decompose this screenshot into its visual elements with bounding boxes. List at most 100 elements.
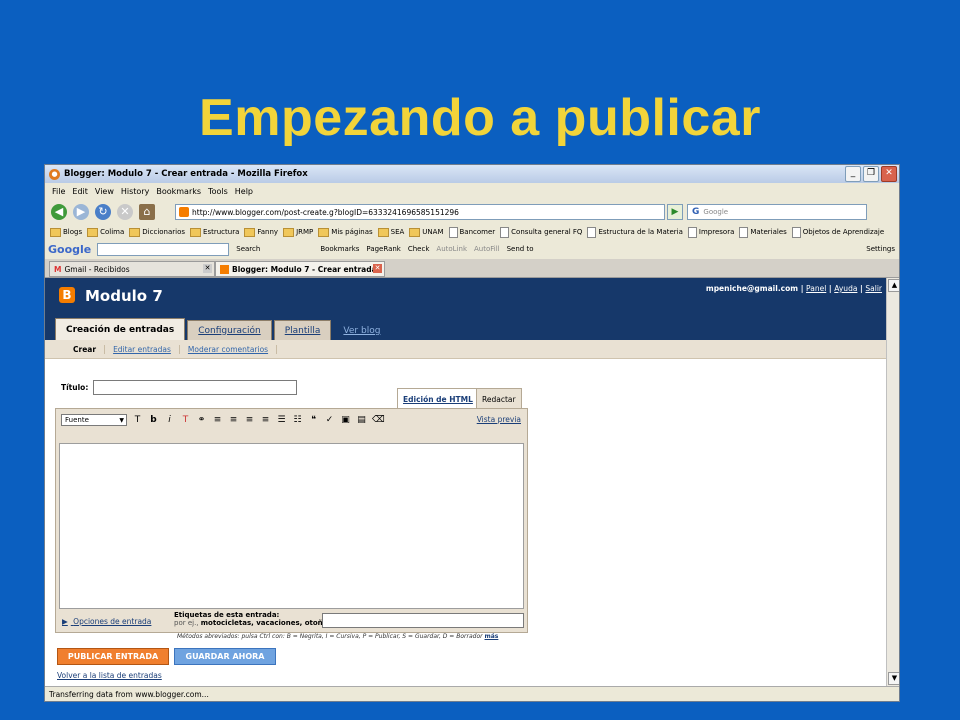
shortcuts-more-link[interactable]: más [485, 633, 499, 640]
go-button[interactable]: ▶ [667, 204, 683, 220]
font-select-value: Fuente [65, 416, 89, 424]
salir-link[interactable]: Salir [865, 284, 882, 293]
tab-edicion-html[interactable]: Edición de HTML [397, 388, 479, 410]
tab-creacion-de-entradas[interactable]: Creación de entradas [55, 318, 186, 340]
volver-link[interactable]: Volver a la lista de entradas [57, 671, 162, 680]
minimize-button[interactable]: _ [845, 166, 861, 182]
bookmark-label: Diccionarios [142, 228, 186, 236]
scroll-up-icon[interactable]: ▲ [888, 279, 899, 292]
bookmark-item[interactable]: Estructura de la Materia [587, 226, 683, 238]
bookmark-item[interactable]: Objetos de Aprendizaje [791, 226, 885, 238]
panel-link[interactable]: Panel [806, 284, 826, 293]
font-size-icon[interactable]: T [132, 415, 143, 425]
opciones-de-entrada-link[interactable]: ▶ Opciones de entrada [62, 617, 151, 626]
bookmark-item[interactable]: Bancomer [448, 226, 495, 238]
link-icon[interactable]: ⚭ [196, 415, 207, 425]
ayuda-link[interactable]: Ayuda [834, 284, 857, 293]
text-color-icon[interactable]: T [180, 415, 191, 425]
bookmark-label: Blogs [63, 228, 83, 236]
google-search-button[interactable]: Search [236, 245, 260, 253]
stop-icon[interactable]: ✕ [117, 204, 133, 220]
spellcheck-button[interactable]: Check [408, 245, 430, 253]
blockquote-icon[interactable]: ❝ [308, 415, 319, 425]
settings-button[interactable]: Settings [866, 245, 895, 253]
tab-close-icon[interactable]: ✕ [373, 264, 382, 273]
bookmark-item[interactable]: SEA [377, 227, 405, 237]
subtab-editar-entradas[interactable]: Editar entradas [105, 344, 180, 354]
url-bar[interactable]: http://www.blogger.com/post-create.g?blo… [175, 204, 665, 220]
maximize-button[interactable]: ❐ [863, 166, 879, 182]
bookmark-item[interactable]: Mis páginas [318, 227, 373, 237]
ver-blog-link[interactable]: Ver blog [333, 321, 390, 340]
spellcheck-icon[interactable]: ✓ [324, 415, 335, 425]
autolink-button[interactable]: AutoLink [436, 245, 467, 253]
post-title-input[interactable] [93, 380, 297, 395]
tab-close-icon[interactable]: ✕ [203, 264, 212, 273]
bookmark-item[interactable]: JRMP [283, 227, 313, 237]
menu-tools[interactable]: Tools [208, 187, 228, 196]
google-toolbar: Google Search Bookmarks PageRank Check A… [45, 240, 899, 258]
italic-icon[interactable]: i [164, 415, 175, 425]
menu-help[interactable]: Help [235, 187, 253, 196]
close-button[interactable]: ✕ [881, 166, 897, 182]
bullet-list-icon[interactable]: ☷ [292, 415, 303, 425]
shortcuts-text: Métodos abreviados: pulsa Ctrl con: B = … [177, 633, 483, 640]
editor-footer: ▶ Opciones de entrada Etiquetas de esta … [56, 609, 527, 632]
back-arrow-icon[interactable]: ◀ [51, 204, 67, 220]
google-toolbar-search-input[interactable] [97, 242, 230, 256]
gmail-icon: M [54, 264, 62, 274]
autofill-button[interactable]: AutoFill [474, 245, 500, 253]
bookmark-item[interactable]: Consulta general FQ [500, 226, 582, 238]
guardar-ahora-button[interactable]: GUARDAR AHORA [174, 648, 276, 665]
navigation-bar: ◀ ▶ ↻ ✕ ⌂ http://www.blogger.com/post-cr… [45, 200, 899, 224]
publicar-entrada-button[interactable]: PUBLICAR ENTRADA [57, 648, 169, 665]
bookmark-item[interactable]: UNAM [409, 227, 444, 237]
menu-bookmarks[interactable]: Bookmarks [156, 187, 201, 196]
align-left-icon[interactable]: ≡ [212, 415, 223, 425]
send-to-button[interactable]: Send to [507, 245, 534, 253]
menu-history[interactable]: History [121, 187, 149, 196]
align-right-icon[interactable]: ≡ [244, 415, 255, 425]
bookmark-item[interactable]: Colima [87, 227, 125, 237]
insert-video-icon[interactable]: ▤ [356, 415, 367, 425]
eraser-icon[interactable]: ⌫ [372, 415, 385, 425]
tab-configuracion[interactable]: Configuración [187, 320, 272, 340]
bookmark-item[interactable]: Estructura [190, 227, 239, 237]
google-search-engine-icon[interactable]: G [692, 207, 699, 217]
sub-navigation: Crear Editar entradas Moderar comentario… [45, 340, 886, 359]
insert-image-icon[interactable]: ▣ [340, 415, 351, 425]
menu-view[interactable]: View [95, 187, 114, 196]
subtab-crear[interactable]: Crear [65, 344, 106, 354]
forward-arrow-icon[interactable]: ▶ [73, 204, 89, 220]
reload-icon[interactable]: ↻ [95, 204, 111, 220]
menu-edit[interactable]: Edit [72, 187, 88, 196]
vertical-scrollbar[interactable]: ▲ ▼ [886, 278, 899, 686]
bookmark-item[interactable]: Blogs [50, 227, 83, 237]
bookmark-item[interactable]: Impresora [687, 226, 734, 238]
google-bookmarks-button[interactable]: Bookmarks [320, 245, 359, 253]
font-select[interactable]: Fuente ▼ [61, 414, 127, 426]
menu-file[interactable]: File [52, 187, 65, 196]
tab-plantilla[interactable]: Plantilla [273, 320, 332, 340]
bookmark-label: SEA [390, 228, 405, 236]
home-icon[interactable]: ⌂ [139, 204, 155, 220]
bold-icon[interactable]: b [148, 415, 159, 425]
tab-redactar[interactable]: Redactar [476, 388, 522, 410]
tab-gmail[interactable]: M Gmail - Recibidos ✕ [49, 261, 215, 277]
scroll-down-icon[interactable]: ▼ [888, 672, 899, 685]
numbered-list-icon[interactable]: ☰ [276, 415, 287, 425]
post-body-textarea[interactable] [59, 443, 524, 609]
tags-input[interactable] [322, 613, 524, 628]
align-center-icon[interactable]: ≡ [228, 415, 239, 425]
bookmark-label: Colima [100, 228, 125, 236]
bookmark-item[interactable]: Fanny [244, 227, 278, 237]
vista-previa-link[interactable]: Vista previa [477, 415, 521, 424]
bookmark-item[interactable]: Diccionarios [129, 227, 186, 237]
search-input[interactable]: G Google [687, 204, 867, 220]
bookmark-item[interactable]: Materiales [739, 226, 787, 238]
justify-icon[interactable]: ≡ [260, 415, 271, 425]
tab-blogger[interactable]: Blogger: Modulo 7 - Crear entrada ✕ [215, 261, 385, 277]
subtab-moderar-comentarios[interactable]: Moderar comentarios [180, 344, 278, 354]
user-email: mpeniche@gmail.com [705, 284, 799, 293]
bookmark-label: Objetos de Aprendizaje [802, 228, 885, 236]
